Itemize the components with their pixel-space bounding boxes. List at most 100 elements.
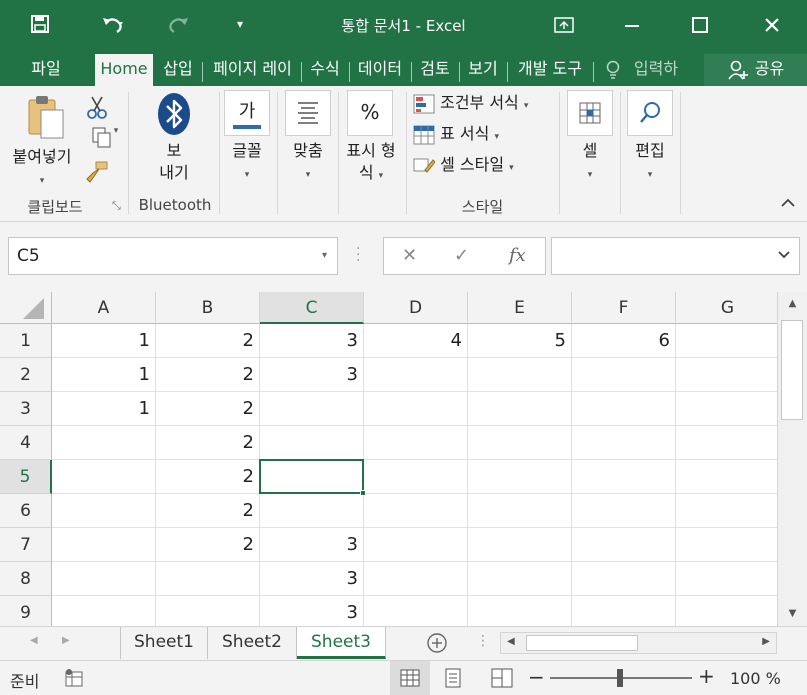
cell-c2[interactable]: 3 bbox=[260, 358, 364, 392]
tell-me-search[interactable]: 입력하 bbox=[627, 54, 685, 86]
enter-icon[interactable]: ✓ bbox=[454, 245, 469, 266]
cell-f4[interactable] bbox=[572, 426, 676, 460]
cell-b5[interactable]: 2 bbox=[156, 460, 260, 494]
alignment-button[interactable]: 맞춤 ▾ bbox=[285, 140, 331, 181]
column-header-a[interactable]: A bbox=[52, 292, 156, 324]
cell-b9[interactable] bbox=[156, 596, 260, 626]
vertical-scrollbar[interactable]: ▲ ▼ bbox=[777, 292, 807, 626]
tab-split-grip-icon[interactable]: ⋮ bbox=[476, 633, 490, 649]
cell-e3[interactable] bbox=[468, 392, 572, 426]
cell-e9[interactable] bbox=[468, 596, 572, 626]
cell-e7[interactable] bbox=[468, 528, 572, 562]
normal-view-icon[interactable] bbox=[390, 661, 430, 695]
scroll-right-icon[interactable]: ▶ bbox=[762, 636, 770, 647]
prev-sheet-icon[interactable]: ◀ bbox=[30, 635, 38, 646]
sheet-tab-sheet3[interactable]: Sheet3 bbox=[297, 627, 386, 659]
scroll-down-icon[interactable]: ▼ bbox=[778, 602, 807, 626]
scroll-up-icon[interactable]: ▲ bbox=[778, 292, 807, 316]
cells-icon[interactable] bbox=[567, 90, 613, 136]
cell-c6[interactable] bbox=[260, 494, 364, 528]
redo-icon[interactable] bbox=[150, 10, 205, 38]
close-icon[interactable] bbox=[736, 0, 807, 50]
cell-c3[interactable] bbox=[260, 392, 364, 426]
bluetooth-send-button[interactable]: 보 내기 bbox=[140, 92, 208, 184]
cell-g1[interactable] bbox=[676, 324, 777, 358]
cell-a7[interactable] bbox=[52, 528, 156, 562]
zoom-level[interactable]: 100 % bbox=[730, 669, 781, 688]
formula-bar-grip-icon[interactable]: · · · bbox=[356, 242, 360, 268]
maximize-icon[interactable] bbox=[666, 0, 734, 50]
cell-f8[interactable] bbox=[572, 562, 676, 596]
font-button[interactable]: 글꼴 ▾ bbox=[224, 140, 270, 181]
tab-data[interactable]: 데이터 bbox=[351, 54, 409, 86]
sheet-tab-sheet1[interactable]: Sheet1 bbox=[120, 627, 208, 659]
add-sheet-icon[interactable] bbox=[426, 632, 448, 658]
cell-a2[interactable]: 1 bbox=[52, 358, 156, 392]
column-header-g[interactable]: G bbox=[676, 292, 777, 324]
cancel-icon[interactable]: ✕ bbox=[402, 245, 417, 266]
cell-a8[interactable] bbox=[52, 562, 156, 596]
cell-d9[interactable] bbox=[364, 596, 468, 626]
column-header-f[interactable]: F bbox=[572, 292, 676, 324]
sheet-tab-sheet2[interactable]: Sheet2 bbox=[208, 627, 297, 659]
fill-handle[interactable] bbox=[360, 490, 366, 496]
cell-b6[interactable]: 2 bbox=[156, 494, 260, 528]
tab-page-layout[interactable]: 페이지 레이 bbox=[205, 54, 300, 86]
cell-e5[interactable] bbox=[468, 460, 572, 494]
cell-b7[interactable]: 2 bbox=[156, 528, 260, 562]
cell-g9[interactable] bbox=[676, 596, 777, 626]
cell-a1[interactable]: 1 bbox=[52, 324, 156, 358]
scroll-left-icon[interactable]: ◀ bbox=[507, 636, 515, 647]
cell-b4[interactable]: 2 bbox=[156, 426, 260, 460]
zoom-in-icon[interactable]: + bbox=[698, 664, 715, 688]
worksheet-grid[interactable]: ABCDEFG112345621233124252627238393 bbox=[0, 292, 777, 626]
tab-review[interactable]: 검토 bbox=[413, 54, 457, 86]
cell-d1[interactable]: 4 bbox=[364, 324, 468, 358]
cell-d3[interactable] bbox=[364, 392, 468, 426]
cell-a5[interactable] bbox=[52, 460, 156, 494]
save-icon[interactable] bbox=[22, 10, 58, 38]
cell-f3[interactable] bbox=[572, 392, 676, 426]
row-header-7[interactable]: 7 bbox=[0, 528, 52, 562]
cell-f7[interactable] bbox=[572, 528, 676, 562]
zoom-out-icon[interactable]: − bbox=[528, 665, 545, 689]
macro-record-icon[interactable] bbox=[64, 668, 86, 692]
minimize-icon[interactable] bbox=[598, 0, 666, 50]
cell-f1[interactable]: 6 bbox=[572, 324, 676, 358]
ribbon-display-options-icon[interactable] bbox=[530, 0, 598, 50]
select-all-corner[interactable] bbox=[0, 292, 52, 324]
column-header-e[interactable]: E bbox=[468, 292, 572, 324]
cell-a9[interactable] bbox=[52, 596, 156, 626]
cell-f2[interactable] bbox=[572, 358, 676, 392]
cell-b3[interactable]: 2 bbox=[156, 392, 260, 426]
cell-e2[interactable] bbox=[468, 358, 572, 392]
cell-c9[interactable]: 3 bbox=[260, 596, 364, 626]
cell-f6[interactable] bbox=[572, 494, 676, 528]
cell-c1[interactable]: 3 bbox=[260, 324, 364, 358]
tab-view[interactable]: 보기 bbox=[461, 54, 505, 86]
horizontal-scrollbar[interactable]: ◀ ▶ bbox=[500, 632, 777, 654]
tab-insert[interactable]: 삽입 bbox=[156, 54, 200, 86]
cells-button[interactable]: 셀 ▾ bbox=[567, 140, 613, 181]
tab-home[interactable]: Home bbox=[95, 54, 153, 86]
font-icon[interactable]: 가 bbox=[224, 90, 270, 136]
row-header-3[interactable]: 3 bbox=[0, 392, 52, 426]
tab-file[interactable]: 파일 bbox=[20, 54, 72, 86]
vertical-scroll-thumb[interactable] bbox=[781, 320, 803, 420]
cell-a3[interactable]: 1 bbox=[52, 392, 156, 426]
cell-c8[interactable]: 3 bbox=[260, 562, 364, 596]
cell-g6[interactable] bbox=[676, 494, 777, 528]
search-icon[interactable] bbox=[627, 90, 673, 136]
cell-g7[interactable] bbox=[676, 528, 777, 562]
cell-g8[interactable] bbox=[676, 562, 777, 596]
cell-d2[interactable] bbox=[364, 358, 468, 392]
page-layout-view-icon[interactable] bbox=[443, 668, 463, 692]
cell-d8[interactable] bbox=[364, 562, 468, 596]
cell-c4[interactable] bbox=[260, 426, 364, 460]
cell-f9[interactable] bbox=[572, 596, 676, 626]
expand-formula-bar-icon[interactable] bbox=[777, 249, 791, 264]
undo-icon[interactable] bbox=[88, 10, 138, 38]
cell-c7[interactable]: 3 bbox=[260, 528, 364, 562]
cell-a4[interactable] bbox=[52, 426, 156, 460]
row-header-5[interactable]: 5 bbox=[0, 460, 52, 494]
